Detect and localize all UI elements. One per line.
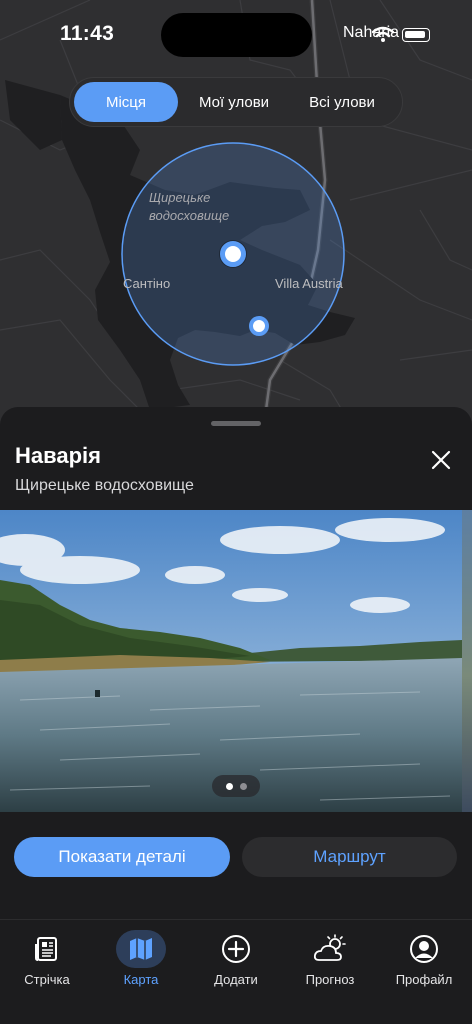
tab-forecast-label: Прогноз [305, 972, 355, 987]
next-photo-peek[interactable] [462, 510, 472, 812]
close-button[interactable] [424, 443, 458, 477]
segment-places[interactable]: Місця [74, 82, 178, 122]
dynamic-island [161, 13, 312, 57]
wifi-icon [372, 26, 394, 42]
location-pin[interactable] [249, 316, 269, 336]
map-canvas[interactable] [0, 0, 472, 440]
filter-segment-control: Місця Мої улови Всі улови [69, 77, 403, 127]
sheet-drag-handle[interactable] [211, 421, 261, 426]
profile-icon [410, 935, 438, 963]
newspaper-icon [35, 937, 57, 961]
map-icon [130, 938, 152, 960]
tab-feed[interactable]: Стрічка [0, 930, 94, 987]
tab-add[interactable]: Додати [189, 930, 283, 987]
place-title: Наварія [15, 443, 101, 468]
close-icon [431, 450, 451, 470]
map-label-village-left: Сантіно [123, 276, 171, 291]
lake-photo [0, 510, 462, 812]
tab-profile-label: Профайл [395, 972, 453, 987]
gallery-page-indicator [212, 775, 260, 797]
tab-feed-label: Стрічка [24, 972, 70, 987]
map-label-village-right: Villa Austria [275, 276, 343, 291]
battery-icon [402, 28, 430, 42]
tab-map-label: Карта [123, 972, 159, 987]
page-dot-active [225, 782, 233, 790]
segment-my-catches[interactable]: Мої улови [178, 82, 290, 122]
map-label-lake-line1: Щирецьке водосховище [149, 190, 230, 223]
tab-add-label: Додати [214, 972, 258, 987]
map-view[interactable]: Щирецьке водосховище Сантіно Villa Austr… [0, 0, 472, 440]
plus-circle-icon [222, 935, 250, 963]
status-time: 11:43 [60, 22, 115, 45]
place-subtitle: Щирецьке водосховище [15, 477, 194, 494]
tab-profile[interactable]: Профайл [377, 930, 471, 987]
photo-gallery[interactable] [0, 510, 472, 812]
weather-icon [313, 934, 346, 961]
show-details-button[interactable]: Показати деталі [14, 837, 230, 877]
page-dot [239, 782, 247, 790]
tab-forecast[interactable]: Прогноз [283, 930, 377, 987]
selected-location-pin[interactable] [220, 241, 246, 267]
segment-all-catches[interactable]: Всі улови [290, 82, 394, 122]
route-button[interactable]: Маршрут [242, 837, 457, 877]
status-bar: 11:43 Naharia [0, 0, 472, 60]
tab-map[interactable]: Карта [94, 930, 188, 987]
place-bottom-sheet: Наварія Щирецьке водосховище Показати де… [0, 407, 472, 919]
tab-bar: Стрічка Карта Додати Прогноз Профайл [0, 919, 472, 1024]
